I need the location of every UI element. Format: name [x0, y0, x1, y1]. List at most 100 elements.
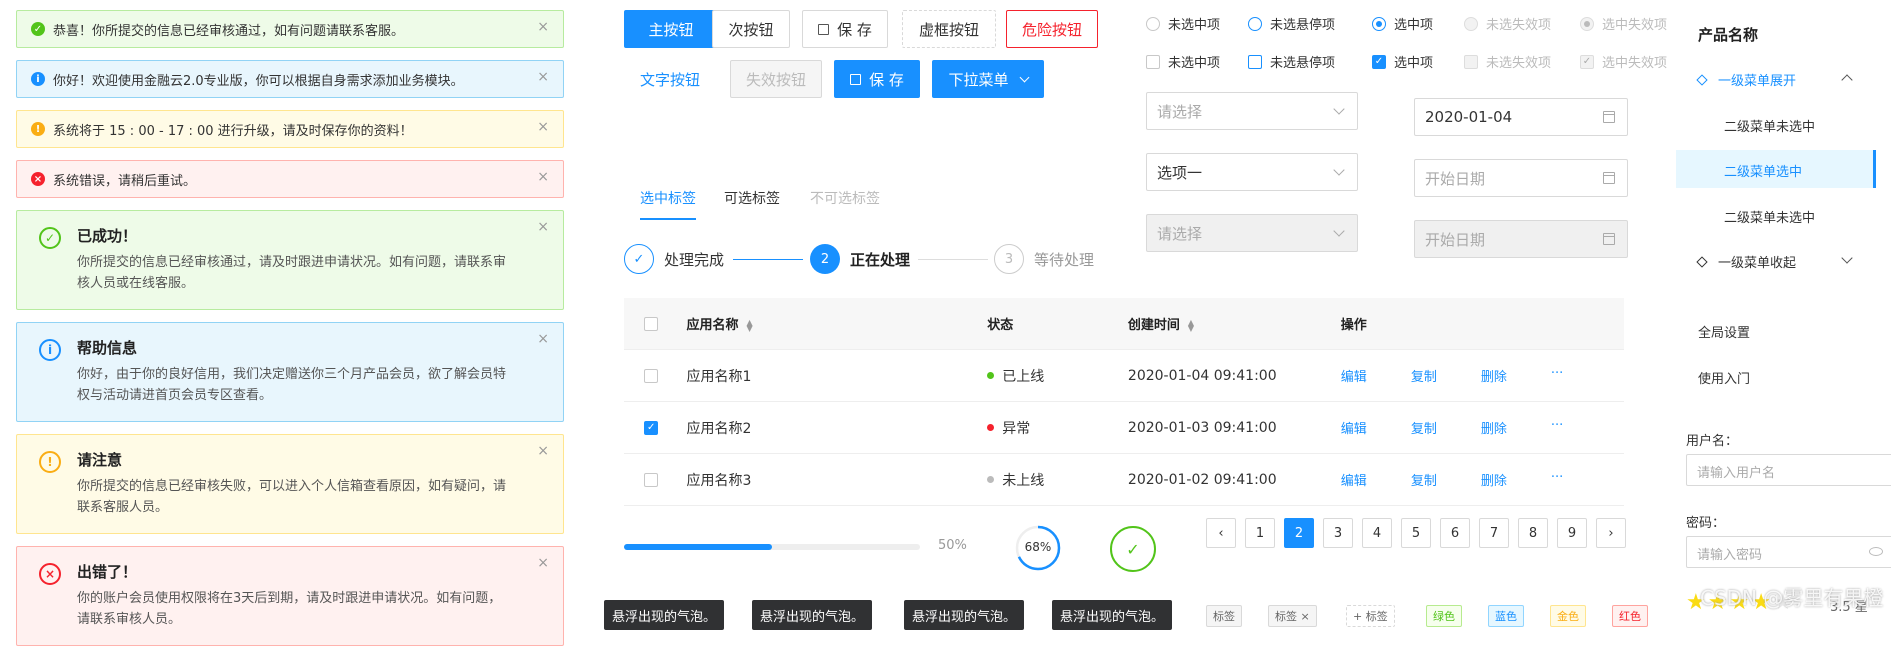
tag-closable[interactable]: 标签 × — [1268, 605, 1317, 627]
save-primary-button[interactable]: 保 存 — [834, 60, 920, 98]
close-icon[interactable]: × — [537, 19, 549, 35]
radio-checked-disabled[interactable]: 选中失效项 — [1580, 14, 1667, 33]
close-icon[interactable]: × — [537, 119, 549, 135]
delete-link[interactable]: 删除 — [1481, 366, 1507, 385]
radio-label: 选中项 — [1394, 18, 1434, 33]
checkbox-hover[interactable]: 未选悬停项 — [1248, 52, 1335, 71]
select-all-checkbox[interactable] — [644, 316, 659, 331]
more-icon[interactable]: ··· — [1551, 418, 1563, 437]
close-icon[interactable]: × — [537, 219, 549, 235]
alert-title: 出错了！ — [77, 563, 138, 581]
tag-green: 绿色 — [1426, 605, 1462, 627]
row-checkbox[interactable] — [644, 368, 659, 383]
warning-circle-icon: ! — [39, 451, 61, 473]
more-icon[interactable]: ··· — [1551, 470, 1563, 489]
secondary-button[interactable]: 次按钮 — [712, 10, 790, 48]
radio-unchecked[interactable]: 未选中项 — [1146, 14, 1220, 33]
close-icon[interactable]: × — [537, 169, 549, 185]
page-button[interactable]: 8 — [1518, 518, 1548, 548]
step-label: 正在处理 — [850, 250, 911, 269]
dropdown-button[interactable]: 下拉菜单 — [932, 60, 1044, 98]
menu-item-settings[interactable]: 全局设置 — [1698, 322, 1750, 341]
page-button[interactable]: 9 — [1557, 518, 1587, 548]
submenu-item[interactable]: 二级菜单未选中 — [1724, 207, 1815, 226]
username-input[interactable]: 请输入用户名 — [1686, 454, 1891, 486]
tab-disabled[interactable]: 不可选标签 — [810, 188, 880, 218]
sort-icon[interactable]: ▲ ▼ — [1188, 318, 1194, 332]
prev-page-button[interactable]: ‹ — [1206, 518, 1236, 548]
checkbox-checked[interactable]: ✓ 选中项 — [1372, 52, 1433, 71]
username-label: 用户名： — [1686, 434, 1739, 449]
row-checkbox[interactable] — [644, 472, 659, 487]
more-icon[interactable]: ··· — [1551, 366, 1563, 385]
alert-desc: 你所提交的信息已经审核通过，请及时跟进申请状况。如有问题，请联系审核人员或在线客… — [77, 255, 507, 291]
edit-link[interactable]: 编辑 — [1341, 418, 1367, 437]
text-button[interactable]: 文字按钮 — [624, 60, 716, 98]
tab-selectable[interactable]: 可选标签 — [724, 188, 780, 218]
column-header-actions: 操作 — [1340, 318, 1367, 333]
menu-item-guide[interactable]: 使用入门 — [1698, 368, 1750, 387]
date-picker-empty[interactable]: 开始日期 — [1414, 159, 1628, 197]
select-disabled[interactable]: 请选择 — [1146, 214, 1358, 252]
page-button[interactable]: 7 — [1479, 518, 1509, 548]
add-tag-button[interactable]: + 标签 — [1346, 605, 1395, 627]
checkbox-disabled[interactable]: 未选失效项 — [1464, 52, 1551, 71]
danger-button[interactable]: 危险按钮 — [1006, 10, 1098, 48]
submenu-item-selected[interactable]: 二级菜单选中 — [1724, 161, 1802, 180]
page-button[interactable]: 6 — [1440, 518, 1470, 548]
select-filled[interactable]: 选项一 — [1146, 153, 1358, 191]
submenu-item[interactable]: 二级菜单未选中 — [1724, 116, 1815, 135]
page-button[interactable]: 1 — [1245, 518, 1275, 548]
menu-item-collapsed[interactable]: 一级菜单收起 — [1696, 252, 1796, 271]
status-dot — [987, 424, 995, 431]
close-icon[interactable]: × — [537, 69, 549, 85]
copy-link[interactable]: 复制 — [1411, 470, 1437, 489]
radio-checked[interactable]: 选中项 — [1372, 14, 1433, 33]
next-page-button[interactable]: › — [1596, 518, 1626, 548]
calendar-icon — [1603, 233, 1615, 245]
page-button[interactable]: 4 — [1362, 518, 1392, 548]
edit-link[interactable]: 编辑 — [1341, 366, 1367, 385]
check-icon: ✓ — [624, 244, 654, 274]
column-header-time[interactable]: 创建时间 ▲ ▼ — [1128, 314, 1341, 333]
date-picker-disabled[interactable]: 开始日期 — [1414, 220, 1628, 258]
close-icon[interactable]: × — [537, 555, 549, 571]
date-placeholder: 开始日期 — [1425, 169, 1486, 188]
delete-link[interactable]: 删除 — [1481, 470, 1507, 489]
dashed-button[interactable]: 虚框按钮 — [902, 10, 996, 48]
select-default[interactable]: 请选择 — [1146, 92, 1358, 130]
close-icon[interactable]: × — [537, 331, 549, 347]
page-button-current[interactable]: 2 — [1284, 518, 1314, 548]
chevron-up-icon[interactable] — [1841, 74, 1853, 86]
sort-icon[interactable]: ▲ ▼ — [747, 318, 753, 332]
close-icon[interactable]: × — [537, 443, 549, 459]
disabled-button[interactable]: 失效按钮 — [730, 60, 822, 98]
delete-link[interactable]: 删除 — [1481, 418, 1507, 437]
tag-gold: 金色 — [1550, 605, 1586, 627]
tab-selected[interactable]: 选中标签 — [640, 188, 696, 220]
tooltip: 悬浮出现的气泡。 — [1052, 600, 1173, 630]
alert-text: 系统错误，请稍后重试。 — [53, 173, 197, 189]
chevron-down-icon[interactable] — [1841, 252, 1853, 264]
copy-link[interactable]: 复制 — [1411, 366, 1437, 385]
column-header-name[interactable]: 应用名称 ▲ ▼ — [687, 314, 988, 333]
watermark-text: CSDN @雾里有果橙 — [1700, 586, 1884, 610]
eye-off-icon[interactable] — [1869, 547, 1883, 556]
edit-link[interactable]: 编辑 — [1341, 470, 1367, 489]
page-button[interactable]: 5 — [1401, 518, 1431, 548]
checkbox-checked-disabled[interactable]: ✓ 选中失效项 — [1580, 52, 1667, 71]
primary-button[interactable]: 主按钮 — [624, 10, 718, 48]
copy-link[interactable]: 复制 — [1411, 418, 1437, 437]
password-input[interactable]: 请输入密码 — [1686, 536, 1891, 568]
radio-disabled[interactable]: 未选失效项 — [1464, 14, 1551, 33]
date-picker-filled[interactable]: 2020-01-04 — [1414, 98, 1628, 136]
save-button[interactable]: 保 存 — [802, 10, 888, 48]
radio-hover[interactable]: 未选悬停项 — [1248, 14, 1335, 33]
row-checkbox[interactable]: ✓ — [644, 420, 659, 435]
menu-item-expanded[interactable]: 一级菜单展开 — [1696, 70, 1796, 89]
status-dot — [987, 372, 995, 379]
chevron-down-icon — [1019, 72, 1029, 82]
calendar-icon — [1603, 111, 1615, 123]
checkbox-unchecked[interactable]: 未选中项 — [1146, 52, 1220, 71]
page-button[interactable]: 3 — [1323, 518, 1353, 548]
